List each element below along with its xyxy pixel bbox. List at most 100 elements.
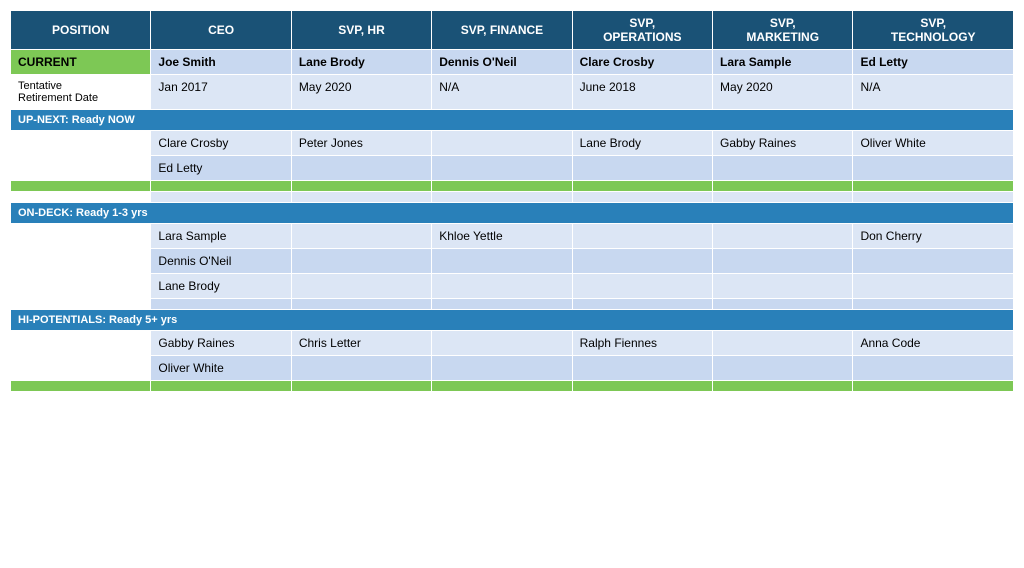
upnext-svptech-1: Oliver White xyxy=(853,131,1014,156)
upnext-ceo-3 xyxy=(151,181,291,192)
tentative-svptech: N/A xyxy=(853,75,1014,110)
upnext-ceo-2: Ed Letty xyxy=(151,156,291,181)
upnext-ceo-4 xyxy=(151,192,291,203)
upnext-section-header: UP-NEXT: Ready NOW xyxy=(11,110,1014,131)
upnext-svpfin-3 xyxy=(432,181,572,192)
upnext-svpmkt-1: Gabby Raines xyxy=(713,131,853,156)
col-header-ceo: CEO xyxy=(151,11,291,50)
hipot-svpfin-3 xyxy=(432,381,572,392)
upnext-svpfin-1 xyxy=(432,131,572,156)
col-header-svpops: SVP,OPERATIONS xyxy=(572,11,712,50)
hipot-svphr-3 xyxy=(291,381,431,392)
ondeck-pos-4 xyxy=(11,299,151,310)
upnext-svpops-3 xyxy=(572,181,712,192)
upnext-svpmkt-3 xyxy=(713,181,853,192)
upnext-svptech-3 xyxy=(853,181,1014,192)
hipot-section-header: HI-POTENTIALS: Ready 5+ yrs xyxy=(11,310,1014,331)
ondeck-svpfin-4 xyxy=(432,299,572,310)
upnext-svpops-1: Lane Brody xyxy=(572,131,712,156)
hipot-row-3 xyxy=(11,381,1014,392)
hipot-label: HI-POTENTIALS: Ready 5+ yrs xyxy=(11,310,1014,331)
hipot-pos-2 xyxy=(11,356,151,381)
upnext-row-3 xyxy=(11,181,1014,192)
ondeck-svpmkt-2 xyxy=(713,249,853,274)
hipot-svpops-2 xyxy=(572,356,712,381)
ondeck-svpops-3 xyxy=(572,274,712,299)
hipot-svpmkt-1 xyxy=(713,331,853,356)
ondeck-row-4 xyxy=(11,299,1014,310)
ondeck-svphr-2 xyxy=(291,249,431,274)
hipot-svpmkt-2 xyxy=(713,356,853,381)
current-svpfin: Dennis O'Neil xyxy=(432,50,572,75)
ondeck-row-1: Lara Sample Khloe Yettle Don Cherry xyxy=(11,224,1014,249)
ondeck-pos-2 xyxy=(11,249,151,274)
upnext-svpmkt-4 xyxy=(713,192,853,203)
ondeck-label: ON-DECK: Ready 1-3 yrs xyxy=(11,203,1014,224)
upnext-svphr-3 xyxy=(291,181,431,192)
succession-table: POSITION CEO SVP, HR SVP, FINANCE SVP,OP… xyxy=(10,10,1014,392)
hipot-pos-3 xyxy=(11,381,151,392)
ondeck-svphr-1 xyxy=(291,224,431,249)
col-header-svphr: SVP, HR xyxy=(291,11,431,50)
hipot-svpops-3 xyxy=(572,381,712,392)
ondeck-svpfin-3 xyxy=(432,274,572,299)
upnext-row-2: Ed Letty xyxy=(11,156,1014,181)
ondeck-svptech-4 xyxy=(853,299,1014,310)
upnext-svpops-4 xyxy=(572,192,712,203)
hipot-ceo-1: Gabby Raines xyxy=(151,331,291,356)
upnext-row-1: Clare Crosby Peter Jones Lane Brody Gabb… xyxy=(11,131,1014,156)
ondeck-section-header: ON-DECK: Ready 1-3 yrs xyxy=(11,203,1014,224)
upnext-svpops-2 xyxy=(572,156,712,181)
hipot-svphr-1: Chris Letter xyxy=(291,331,431,356)
hipot-svphr-2 xyxy=(291,356,431,381)
current-svphr: Lane Brody xyxy=(291,50,431,75)
upnext-svpfin-4 xyxy=(432,192,572,203)
col-header-svptech: SVP,TECHNOLOGY xyxy=(853,11,1014,50)
ondeck-ceo-1: Lara Sample xyxy=(151,224,291,249)
ondeck-svphr-3 xyxy=(291,274,431,299)
hipot-pos-1 xyxy=(11,331,151,356)
ondeck-ceo-4 xyxy=(151,299,291,310)
hipot-svpfin-1 xyxy=(432,331,572,356)
upnext-label: UP-NEXT: Ready NOW xyxy=(11,110,1014,131)
current-svpops: Clare Crosby xyxy=(572,50,712,75)
tentative-ceo: Jan 2017 xyxy=(151,75,291,110)
tentative-row: TentativeRetirement Date Jan 2017 May 20… xyxy=(11,75,1014,110)
upnext-svptech-2 xyxy=(853,156,1014,181)
hipot-ceo-2: Oliver White xyxy=(151,356,291,381)
upnext-pos-4 xyxy=(11,192,151,203)
current-label: CURRENT xyxy=(11,50,151,75)
upnext-svphr-4 xyxy=(291,192,431,203)
ondeck-ceo-3: Lane Brody xyxy=(151,274,291,299)
ondeck-svptech-2 xyxy=(853,249,1014,274)
hipot-svptech-3 xyxy=(853,381,1014,392)
tentative-svpmkt: May 2020 xyxy=(713,75,853,110)
ondeck-pos-1 xyxy=(11,224,151,249)
ondeck-svpops-2 xyxy=(572,249,712,274)
current-svpmkt: Lara Sample xyxy=(713,50,853,75)
col-header-position: POSITION xyxy=(11,11,151,50)
current-ceo: Joe Smith xyxy=(151,50,291,75)
col-header-svpmkt: SVP,MARKETING xyxy=(713,11,853,50)
upnext-pos-1 xyxy=(11,131,151,156)
tentative-svpfin: N/A xyxy=(432,75,572,110)
hipot-svptech-2 xyxy=(853,356,1014,381)
current-row: CURRENT Joe Smith Lane Brody Dennis O'Ne… xyxy=(11,50,1014,75)
ondeck-row-2: Dennis O'Neil xyxy=(11,249,1014,274)
upnext-pos-3 xyxy=(11,181,151,192)
ondeck-row-3: Lane Brody xyxy=(11,274,1014,299)
col-header-svpfin: SVP, FINANCE xyxy=(432,11,572,50)
hipot-svptech-1: Anna Code xyxy=(853,331,1014,356)
hipot-svpops-1: Ralph Fiennes xyxy=(572,331,712,356)
ondeck-svphr-4 xyxy=(291,299,431,310)
hipot-row-2: Oliver White xyxy=(11,356,1014,381)
ondeck-svptech-3 xyxy=(853,274,1014,299)
ondeck-pos-3 xyxy=(11,274,151,299)
ondeck-svpfin-1: Khloe Yettle xyxy=(432,224,572,249)
current-svptech: Ed Letty xyxy=(853,50,1014,75)
hipot-row-1: Gabby Raines Chris Letter Ralph Fiennes … xyxy=(11,331,1014,356)
upnext-svptech-4 xyxy=(853,192,1014,203)
ondeck-ceo-2: Dennis O'Neil xyxy=(151,249,291,274)
tentative-label: TentativeRetirement Date xyxy=(11,75,151,110)
hipot-ceo-3 xyxy=(151,381,291,392)
